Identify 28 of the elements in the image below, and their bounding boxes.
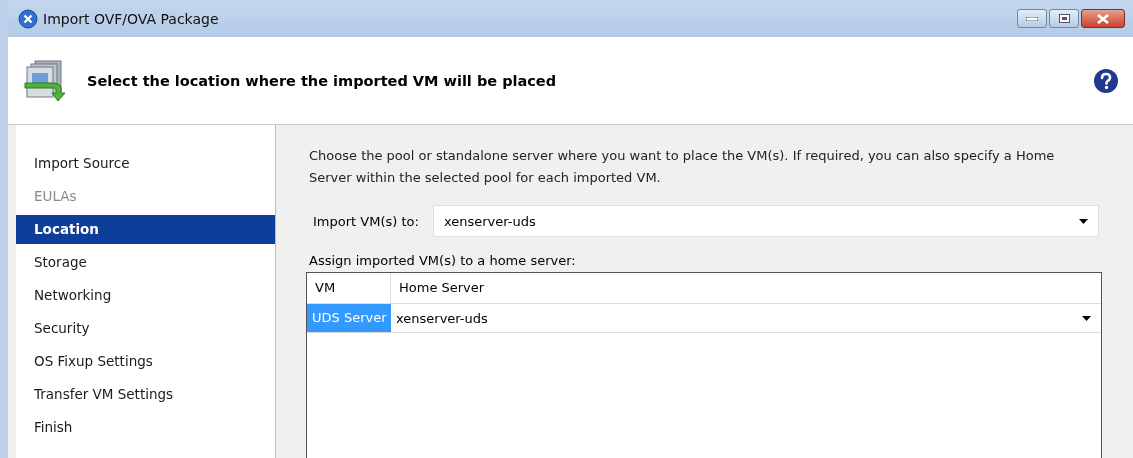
import-to-label: Import VM(s) to: (313, 213, 419, 229)
column-header[interactable]: VM (307, 273, 391, 303)
wizard-step[interactable]: Transfer VM Settings (16, 378, 275, 411)
wizard-step[interactable]: Security (16, 312, 275, 345)
instructions-text: Choose the pool or standalone server where you want to place the VM(s). If required, you can also specify a Home Server within the selected pool for each imported VM. (309, 147, 1056, 187)
assign-label: Assign imported VM(s) to a home server: (309, 253, 577, 268)
home-server-dropdown[interactable]: xenserver-uds (391, 304, 1101, 332)
wizard-step[interactable]: Networking (16, 279, 275, 312)
dropdown-caret-icon (1082, 315, 1091, 321)
dropdown-caret-icon (1079, 218, 1088, 224)
import-wizard-icon (23, 58, 69, 103)
minimize-icon (1026, 16, 1038, 21)
app-icon (18, 8, 38, 29)
wizard-step[interactable]: Location (16, 215, 275, 244)
help-icon[interactable] (1093, 67, 1119, 94)
wizard-step[interactable]: Storage (16, 246, 275, 279)
maximize-button[interactable] (1049, 9, 1079, 28)
page-heading: Select the location where the imported VM will be placed (87, 72, 558, 89)
wizard-step[interactable]: OS Fixup Settings (16, 345, 275, 378)
wizard-step[interactable]: Import Source (16, 147, 275, 180)
wizard-step[interactable]: Finish (16, 411, 275, 444)
import-to-dropdown[interactable]: xenserver-uds (432, 205, 1099, 237)
close-button[interactable] (1081, 9, 1125, 28)
close-icon (1097, 13, 1109, 24)
maximize-icon (1058, 14, 1070, 23)
column-header[interactable]: Home Server (391, 273, 485, 303)
minimize-button[interactable] (1017, 9, 1047, 28)
window-title: Import OVF/OVA Package (43, 10, 219, 27)
